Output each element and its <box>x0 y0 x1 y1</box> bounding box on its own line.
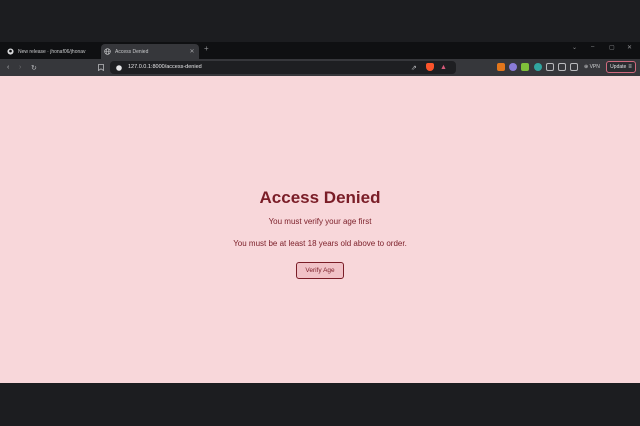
brave-rewards-icon[interactable]: ▲ <box>440 59 447 76</box>
vpn-button[interactable]: ⊕ VPN <box>584 59 600 76</box>
verify-age-message: You must verify your age first <box>268 217 372 226</box>
age-requirement-message: You must be at least 18 years old above … <box>233 239 407 248</box>
extension-purple-icon[interactable] <box>509 63 517 71</box>
tab-search-chevron-icon[interactable]: ⌄ <box>572 44 577 51</box>
address-text[interactable]: 127.0.0.1:8000/access-denied <box>128 61 202 74</box>
new-tab-button[interactable]: + <box>204 44 209 53</box>
metamask-icon[interactable] <box>497 63 505 71</box>
page-title: Access Denied <box>259 188 381 207</box>
tab-access-denied[interactable]: Access Denied ✕ <box>101 44 199 59</box>
tab-label: Access Denied <box>115 48 149 55</box>
sidebar-toggle-icon[interactable] <box>558 63 566 71</box>
extension-teal-icon[interactable] <box>534 63 542 71</box>
vpn-label: VPN <box>589 64 600 70</box>
tab-github-release[interactable]: New release · jhonaf06/jhonav <box>4 44 98 59</box>
close-window-icon[interactable]: ✕ <box>627 44 632 51</box>
bookmark-icon[interactable] <box>98 59 104 76</box>
menu-icon: ≡ <box>628 64 632 70</box>
site-info-icon[interactable] <box>116 59 122 76</box>
share-icon[interactable]: ⇗ <box>411 59 417 76</box>
tab-label: New release · jhonaf06/jhonav <box>18 48 86 55</box>
globe-icon <box>104 48 111 55</box>
extensions-puzzle-icon[interactable] <box>546 63 554 71</box>
verify-age-button[interactable]: Verify Age <box>296 262 344 279</box>
update-button[interactable]: Update ≡ <box>606 61 636 73</box>
screen-bottom-bar <box>0 383 640 426</box>
update-label: Update <box>610 64 627 70</box>
github-icon <box>7 48 14 55</box>
minimize-window-icon[interactable]: – <box>591 44 594 50</box>
brave-shields-icon[interactable] <box>426 63 434 71</box>
reload-icon[interactable]: ↻ <box>31 59 37 76</box>
extension-leaf-icon[interactable] <box>521 63 529 71</box>
back-icon[interactable]: ‹ <box>7 59 9 76</box>
wallet-icon[interactable] <box>570 63 578 71</box>
forward-icon[interactable]: › <box>19 59 21 76</box>
page-content <box>0 76 640 383</box>
screen-top-bar <box>0 0 640 42</box>
maximize-window-icon[interactable]: ▢ <box>609 44 615 51</box>
close-tab-icon[interactable]: ✕ <box>188 48 196 55</box>
